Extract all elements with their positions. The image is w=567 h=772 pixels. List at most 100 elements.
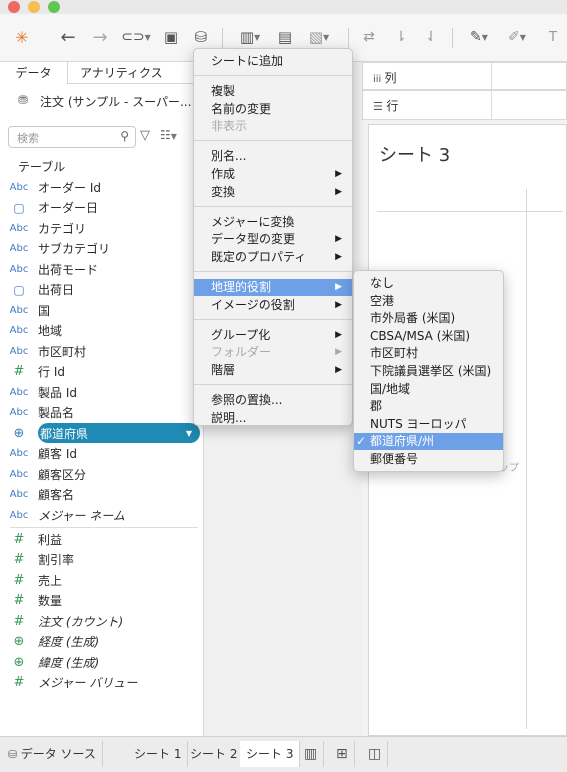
- rows-shelf[interactable]: ☰ 行: [362, 90, 567, 120]
- back-icon[interactable]: ←: [56, 24, 80, 50]
- field-item[interactable]: Abc オーダー Id: [0, 177, 204, 197]
- menu-item[interactable]: 変換 ▶: [194, 184, 352, 201]
- sheet-tab-3[interactable]: シート 3: [240, 741, 301, 767]
- close-window-button[interactable]: [8, 1, 20, 13]
- menu-item[interactable]: 階層 ▶: [194, 362, 352, 379]
- tableau-logo-icon[interactable]: ✳: [10, 24, 34, 50]
- sort-asc-icon[interactable]: ⇂: [390, 24, 412, 50]
- dropdown-caret-icon[interactable]: ▼: [186, 429, 192, 438]
- field-item[interactable]: Abc サブカテゴリ: [0, 239, 204, 259]
- menu-item-label: 説明...: [211, 410, 247, 425]
- new-sheet-icon[interactable]: ▥ ▼: [232, 24, 268, 50]
- geo-role-option[interactable]: 下院議員選挙区 (米国): [354, 363, 503, 380]
- menu-item[interactable]: メジャーに変換: [194, 214, 352, 231]
- forward-icon[interactable]: →: [88, 24, 112, 50]
- connect-icon[interactable]: ⊂⊃ ▼: [118, 24, 154, 50]
- field-item[interactable]: Abc カテゴリ: [0, 218, 204, 238]
- menu-item[interactable]: 地理的役割 ▶: [194, 279, 352, 296]
- geo-role-option[interactable]: 市外局番 (米国): [354, 310, 503, 327]
- new-worksheet-icon[interactable]: ▥: [298, 741, 325, 767]
- geo-role-option[interactable]: 空港: [354, 293, 503, 310]
- geo-role-option[interactable]: 国/地域: [354, 381, 503, 398]
- menu-item[interactable]: 参照の置換...: [194, 392, 352, 409]
- field-item[interactable]: Abc メジャー ネーム: [0, 505, 204, 525]
- tab-data[interactable]: データ: [0, 62, 68, 84]
- text-icon[interactable]: T: [542, 24, 564, 50]
- new-dashboard-icon[interactable]: ⊞: [330, 741, 355, 767]
- zoom-window-button[interactable]: [48, 1, 60, 13]
- field-item[interactable]: # 利益: [0, 529, 204, 549]
- menu-item[interactable]: データ型の変更 ▶: [194, 231, 352, 248]
- menu-item-label: 既定のプロパティ: [211, 250, 307, 265]
- sheet-tab-1[interactable]: シート 1: [128, 741, 189, 767]
- geo-role-option[interactable]: なし: [354, 275, 503, 292]
- field-item[interactable]: ▢ 出荷日: [0, 280, 204, 300]
- field-item[interactable]: Abc 国: [0, 300, 204, 320]
- minimize-window-button[interactable]: [28, 1, 40, 13]
- menu-item[interactable]: 複製: [194, 83, 352, 100]
- menu-item[interactable]: 名前の変更: [194, 101, 352, 118]
- field-item[interactable]: # 注文 (カウント): [0, 611, 204, 631]
- annotate-icon[interactable]: ✐ ▼: [502, 24, 532, 50]
- field-item[interactable]: ⊕ 経度 (生成): [0, 632, 204, 652]
- geo-role-option[interactable]: ✓ 都道府県/州: [354, 433, 503, 451]
- menu-item[interactable]: イメージの役割 ▶: [194, 297, 352, 314]
- duplicate-icon[interactable]: ▤: [274, 24, 296, 50]
- geo-role-option[interactable]: 郵便番号: [354, 451, 503, 468]
- new-datasource-icon[interactable]: ⛁: [190, 24, 212, 50]
- new-story-icon[interactable]: ◫: [362, 741, 389, 767]
- field-item[interactable]: ⊕ 都道府県 ▼: [0, 423, 204, 443]
- menu-item[interactable]: 説明...: [194, 410, 352, 427]
- field-item[interactable]: Abc 市区町村: [0, 341, 204, 361]
- search-icon: ⚲: [120, 129, 129, 143]
- field-item[interactable]: Abc 出荷モード: [0, 259, 204, 279]
- columns-icon: iii: [373, 74, 385, 85]
- sheet-tab-2[interactable]: シート 2: [184, 741, 245, 767]
- field-item[interactable]: Abc 地域: [0, 321, 204, 341]
- view-options-icon[interactable]: ☷▼: [160, 128, 177, 142]
- field-item[interactable]: ⊕ 緯度 (生成): [0, 652, 204, 672]
- swap-icon[interactable]: ⇄: [358, 24, 380, 50]
- date-type-icon: ▢: [13, 200, 25, 215]
- tab-analytics[interactable]: アナリティクス: [80, 62, 180, 84]
- menu-item[interactable]: グループ化 ▶: [194, 327, 352, 344]
- geo-role-option[interactable]: NUTS ヨーロッパ: [354, 416, 503, 433]
- field-item[interactable]: Abc 製品名: [0, 403, 204, 423]
- submenu-arrow-icon: ▶: [335, 365, 342, 376]
- field-item[interactable]: # 売上: [0, 570, 204, 590]
- datasource-tab[interactable]: ⛁ データ ソース: [0, 741, 103, 767]
- field-item[interactable]: ▢ オーダー日: [0, 198, 204, 218]
- filter-icon[interactable]: ▽: [140, 128, 150, 143]
- search-input[interactable]: 検索 ⚲: [8, 126, 136, 148]
- geo-role-option[interactable]: CBSA/MSA (米国): [354, 328, 503, 345]
- clear-icon[interactable]: ▧ ▼: [304, 24, 334, 50]
- menu-item[interactable]: 別名...: [194, 148, 352, 165]
- menu-item-label: 地理的役割: [211, 280, 272, 294]
- highlight-icon[interactable]: ✎ ▼: [464, 24, 494, 50]
- field-item[interactable]: # 数量: [0, 591, 204, 611]
- sort-desc-icon[interactable]: ⇃: [420, 24, 442, 50]
- geo-role-option[interactable]: 郡: [354, 398, 503, 415]
- selected-field-pill[interactable]: 都道府県 ▼: [38, 423, 200, 443]
- menu-item[interactable]: 既定のプロパティ ▶: [194, 249, 352, 266]
- geo-role-option[interactable]: 市区町村: [354, 345, 503, 362]
- save-icon[interactable]: ▣: [160, 24, 182, 50]
- field-item[interactable]: # 行 Id: [0, 362, 204, 382]
- geo-role-label: 郵便番号: [370, 452, 419, 466]
- field-item[interactable]: # 割引率: [0, 550, 204, 570]
- menu-item[interactable]: 作成 ▶: [194, 166, 352, 183]
- datasource-name[interactable]: 注文 (サンプル - スーパー...: [40, 93, 191, 110]
- string-type-icon: Abc: [9, 345, 29, 357]
- menu-item[interactable]: シートに追加: [194, 53, 352, 70]
- menu-item-label: 階層: [211, 363, 236, 378]
- field-item[interactable]: Abc 顧客 Id: [0, 444, 204, 464]
- number-type-icon: #: [13, 675, 25, 690]
- field-item[interactable]: Abc 顧客名: [0, 485, 204, 505]
- field-item[interactable]: Abc 顧客区分: [0, 464, 204, 484]
- columns-shelf[interactable]: iii 列: [362, 62, 567, 90]
- submenu-arrow-icon: ▶: [335, 347, 342, 358]
- field-label: 数量: [38, 594, 63, 608]
- submenu-arrow-icon: ▶: [335, 234, 342, 245]
- field-item[interactable]: Abc 製品 Id: [0, 382, 204, 402]
- field-item[interactable]: # メジャー バリュー: [0, 673, 204, 693]
